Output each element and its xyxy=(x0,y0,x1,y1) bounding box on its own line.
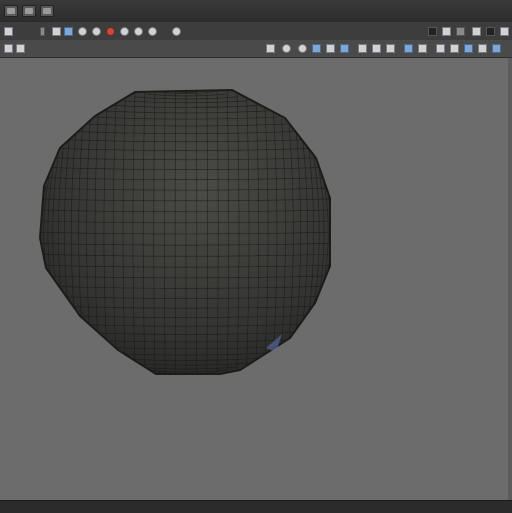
layers-icon[interactable] xyxy=(472,27,481,36)
status-bar xyxy=(0,500,512,513)
move-icon[interactable] xyxy=(16,44,25,53)
isolate-icon[interactable] xyxy=(404,44,413,53)
wireframe-icon[interactable] xyxy=(340,44,349,53)
shading-icon[interactable] xyxy=(358,44,367,53)
grid-toggle-icon[interactable] xyxy=(436,44,445,53)
texture-icon[interactable] xyxy=(372,44,381,53)
window-menu-icon[interactable] xyxy=(4,5,18,17)
film-gate-icon[interactable] xyxy=(478,44,487,53)
settings-icon[interactable] xyxy=(486,27,495,36)
perspective-icon[interactable] xyxy=(326,44,335,53)
image-icon[interactable] xyxy=(64,27,73,36)
panel-icon[interactable] xyxy=(428,27,437,36)
viewport-3d[interactable] xyxy=(0,58,512,500)
edit-menu-icon[interactable] xyxy=(22,5,36,17)
light-icon[interactable] xyxy=(120,27,129,36)
view-toggle-icon[interactable] xyxy=(312,44,321,53)
viewport-edge xyxy=(508,58,512,500)
mesh-longitude-line xyxy=(331,206,337,258)
secondary-toolbar xyxy=(0,40,512,58)
sphere-icon[interactable] xyxy=(172,27,181,36)
pivot-icon[interactable] xyxy=(282,44,291,53)
main-toolbar xyxy=(0,22,512,41)
material-icon[interactable] xyxy=(106,27,115,36)
record-icon[interactable] xyxy=(442,27,451,36)
sphere-mesh[interactable] xyxy=(0,58,512,500)
snap-icon[interactable] xyxy=(266,44,275,53)
file-icon[interactable] xyxy=(4,27,13,36)
camera-view-icon[interactable] xyxy=(464,44,473,53)
layout-menu-icon[interactable] xyxy=(40,5,54,17)
render-icon[interactable] xyxy=(78,27,87,36)
orbit-icon[interactable] xyxy=(298,44,307,53)
camera-icon[interactable] xyxy=(92,27,101,36)
arrow-icon[interactable] xyxy=(40,27,45,36)
mesh-longitude-line xyxy=(332,216,338,248)
view-icon[interactable] xyxy=(456,27,465,36)
grid-icon[interactable] xyxy=(52,27,61,36)
resolution-icon[interactable] xyxy=(492,44,501,53)
xray-icon[interactable] xyxy=(418,44,427,53)
hud-icon[interactable] xyxy=(450,44,459,53)
select-icon[interactable] xyxy=(4,44,13,53)
lighting-icon[interactable] xyxy=(386,44,395,53)
undo-icon[interactable] xyxy=(134,27,143,36)
title-bar xyxy=(0,0,512,23)
redo-icon[interactable] xyxy=(148,27,157,36)
close-icon[interactable] xyxy=(500,27,509,36)
